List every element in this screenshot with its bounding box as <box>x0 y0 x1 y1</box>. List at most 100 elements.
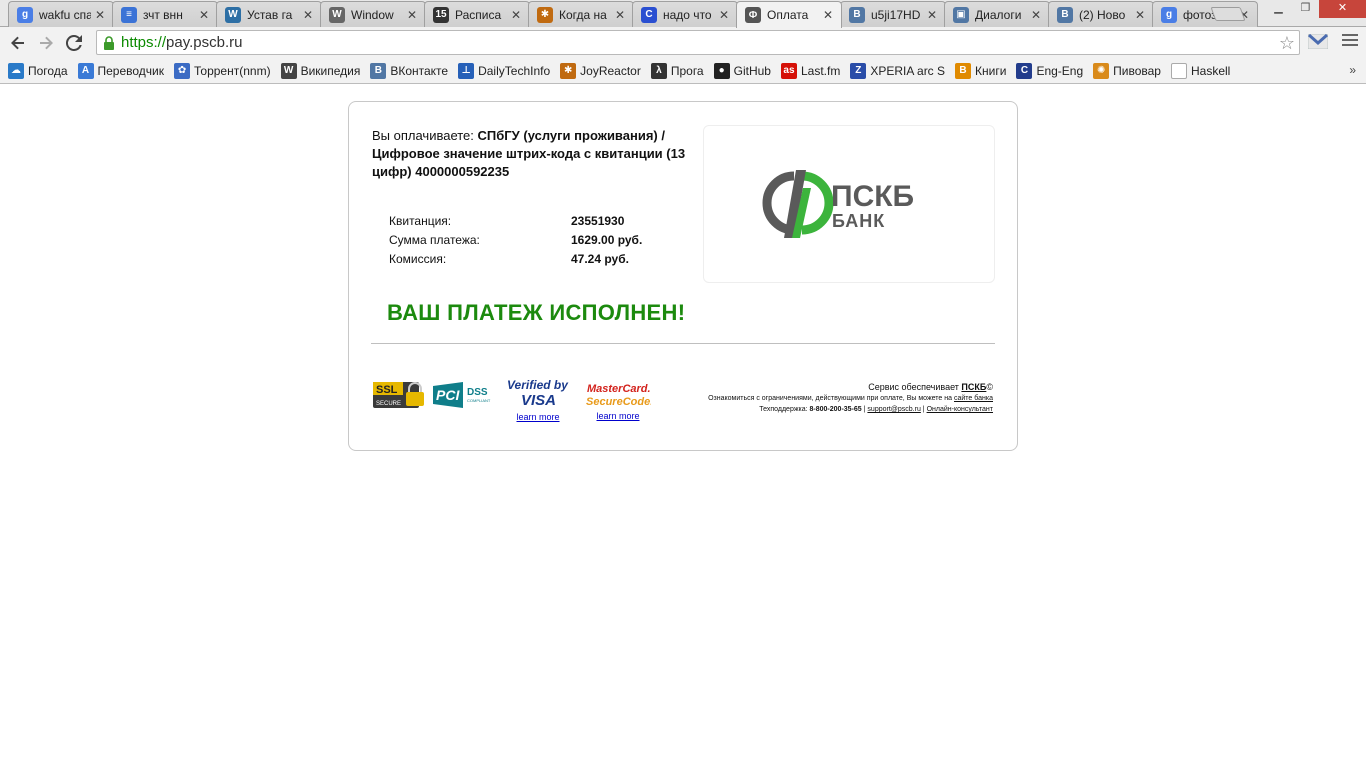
dss-text: DSS <box>467 387 488 398</box>
calendar-icon: 15 <box>433 6 449 23</box>
tab[interactable]: ▣ Диалоги ✕ <box>944 1 1050 27</box>
bookmark-item[interactable]: B Книги <box>955 62 1007 79</box>
bookmark-item[interactable]: A Переводчик <box>77 62 164 79</box>
tab[interactable]: B (2) Ново ✕ <box>1048 1 1154 27</box>
mastercard-text: MasterCard. <box>587 383 651 395</box>
bank-site-link[interactable]: сайте банка <box>954 395 993 402</box>
mastercard-securecode-badge: MasterCard. SecureCode. learn more <box>585 380 653 421</box>
service-prefix: Сервис обеспечивает <box>868 382 959 392</box>
tab[interactable]: W Устав га ✕ <box>216 1 322 27</box>
close-tab-icon[interactable]: ✕ <box>615 8 627 22</box>
divider <box>371 343 995 344</box>
vk-icon: B <box>370 62 387 79</box>
tab[interactable]: Cнадо что ✕ <box>632 1 738 27</box>
bookmark-item[interactable]: B ВКонтакте <box>370 62 448 79</box>
close-tab-icon[interactable]: ✕ <box>927 8 939 22</box>
tab[interactable]: Bu5ji17HD ✕ <box>840 1 946 27</box>
close-tab-icon[interactable]: ✕ <box>407 8 419 22</box>
tab[interactable]: ✱ Когда на ✕ <box>528 1 634 27</box>
close-tab-icon[interactable]: ✕ <box>719 8 731 22</box>
online-consultant-link[interactable]: Онлайн-консультант <box>927 406 993 413</box>
detail-value: 23551930 <box>571 213 625 228</box>
lock-icon <box>104 36 114 50</box>
detail-value: 1629.00 руб. <box>571 232 643 247</box>
bookmark-item[interactable]: ⊥ DailyTechInfo <box>458 62 551 79</box>
window-controls: ▁ ❐ ✕ <box>1265 0 1366 18</box>
detail-row-receipt: Квитанция: 23551930 <box>389 211 642 230</box>
chrome-menu-icon[interactable] <box>1342 34 1358 48</box>
bookmark-label: JoyReactor <box>580 63 641 78</box>
arrow-left-icon <box>11 36 24 50</box>
bookmark-label: Haskell <box>1190 63 1231 78</box>
tab[interactable]: ≡ зчт внн ✕ <box>112 1 218 27</box>
bookmarks-overflow-button[interactable]: » <box>1349 63 1356 77</box>
detail-row-commission: Комиссия: 47.24 руб. <box>389 249 642 268</box>
maximize-icon[interactable]: ❐ <box>1292 0 1319 18</box>
new-tab-button[interactable] <box>1210 7 1246 21</box>
bookmark-item[interactable]: W Википедия <box>280 62 360 79</box>
bookmark-item[interactable]: λ Прога <box>650 62 704 79</box>
tab-title: u5ji17HD <box>871 7 921 22</box>
bookmark-item[interactable]: Z XPERIA arc S <box>850 62 945 79</box>
tab[interactable]: 15 Расписа ✕ <box>424 1 530 27</box>
back-button[interactable] <box>6 31 30 55</box>
browser-toolbar: https://pay.pscb.ru ☆ <box>0 27 1366 58</box>
bookmark-item[interactable]: ☁ Погода <box>8 62 68 79</box>
address-bar[interactable]: https://pay.pscb.ru ☆ <box>96 30 1300 55</box>
securecode-text: SecureCode. <box>586 396 651 408</box>
support-email-link[interactable]: support@pscb.ru <box>867 406 920 413</box>
verified-text: Verified by <box>507 378 569 392</box>
mastercard-learn-more-link[interactable]: learn more <box>585 411 651 421</box>
bookmark-label: Книги <box>975 63 1007 78</box>
ssl-secure-badge: SSL SECURE <box>373 380 427 415</box>
detail-label: Сумма платежа: <box>389 232 480 247</box>
tab-title: Оплата <box>767 8 809 22</box>
tab[interactable]: Ф Оплата ✕ <box>736 1 842 28</box>
bookmark-item[interactable]: C Eng-Eng <box>1016 62 1083 79</box>
bookmark-label: DailyTechInfo <box>478 63 551 78</box>
bookmark-item[interactable]: ✺ Пивовар <box>1093 62 1161 79</box>
service-line: Сервис обеспечивает ПСКБ© <box>708 382 993 393</box>
close-tab-icon[interactable]: ✕ <box>823 8 835 22</box>
close-tab-icon[interactable]: ✕ <box>1031 8 1043 22</box>
tab-title: Window <box>351 7 394 22</box>
docs-icon: ≡ <box>121 6 137 23</box>
wikipedia-icon: W <box>280 62 297 79</box>
close-window-icon[interactable]: ✕ <box>1319 0 1366 18</box>
butterfly-icon: ✿ <box>174 62 191 79</box>
github-icon: ● <box>713 62 730 79</box>
bookmark-item[interactable]: ● GitHub <box>713 62 771 79</box>
tab[interactable]: W Window ✕ <box>320 1 426 27</box>
bookmark-label: Погода <box>28 63 68 78</box>
close-tab-icon[interactable]: ✕ <box>1135 8 1147 22</box>
forward-button[interactable] <box>34 31 58 55</box>
google-icon: g <box>1161 6 1177 23</box>
reload-button[interactable] <box>62 31 86 55</box>
minimize-icon[interactable]: ▁ <box>1265 0 1292 18</box>
close-tab-icon[interactable]: ✕ <box>511 8 523 22</box>
pscb-link[interactable]: ПСКБ <box>961 382 986 392</box>
visa-learn-more-link[interactable]: learn more <box>505 412 571 422</box>
tab[interactable]: g wakfu спа ✕ <box>8 1 114 27</box>
tab-title: (2) Ново <box>1079 7 1126 22</box>
bookmark-item[interactable]: as Last.fm <box>780 62 841 79</box>
vk-icon: B <box>849 6 865 23</box>
support-label: Техподдержка: <box>759 406 808 413</box>
bookmark-item[interactable]: ✱ JoyReactor <box>560 62 641 79</box>
close-tab-icon[interactable]: ✕ <box>199 8 211 22</box>
close-tab-icon[interactable]: ✕ <box>303 8 315 22</box>
url-host: pay.pscb.ru <box>166 34 243 51</box>
bookmark-star-icon[interactable]: ☆ <box>1279 33 1295 54</box>
bookmark-item[interactable]: Haskell <box>1170 62 1231 79</box>
pscb-logo: ПСКБ БАНК <box>762 170 914 238</box>
bookmark-label: Прога <box>670 63 704 78</box>
joyreactor-icon: ✱ <box>560 62 577 79</box>
close-tab-icon[interactable]: ✕ <box>95 8 107 22</box>
separator: | <box>863 406 866 413</box>
tab-title: Устав га <box>247 7 293 22</box>
bookmark-item[interactable]: ✿ Торрент(nnm) <box>174 62 271 79</box>
url-scheme: https:// <box>121 34 167 51</box>
bookmark-label: Last.fm <box>800 63 841 78</box>
dti-icon: ⊥ <box>458 62 475 79</box>
gmail-icon[interactable] <box>1308 34 1328 49</box>
